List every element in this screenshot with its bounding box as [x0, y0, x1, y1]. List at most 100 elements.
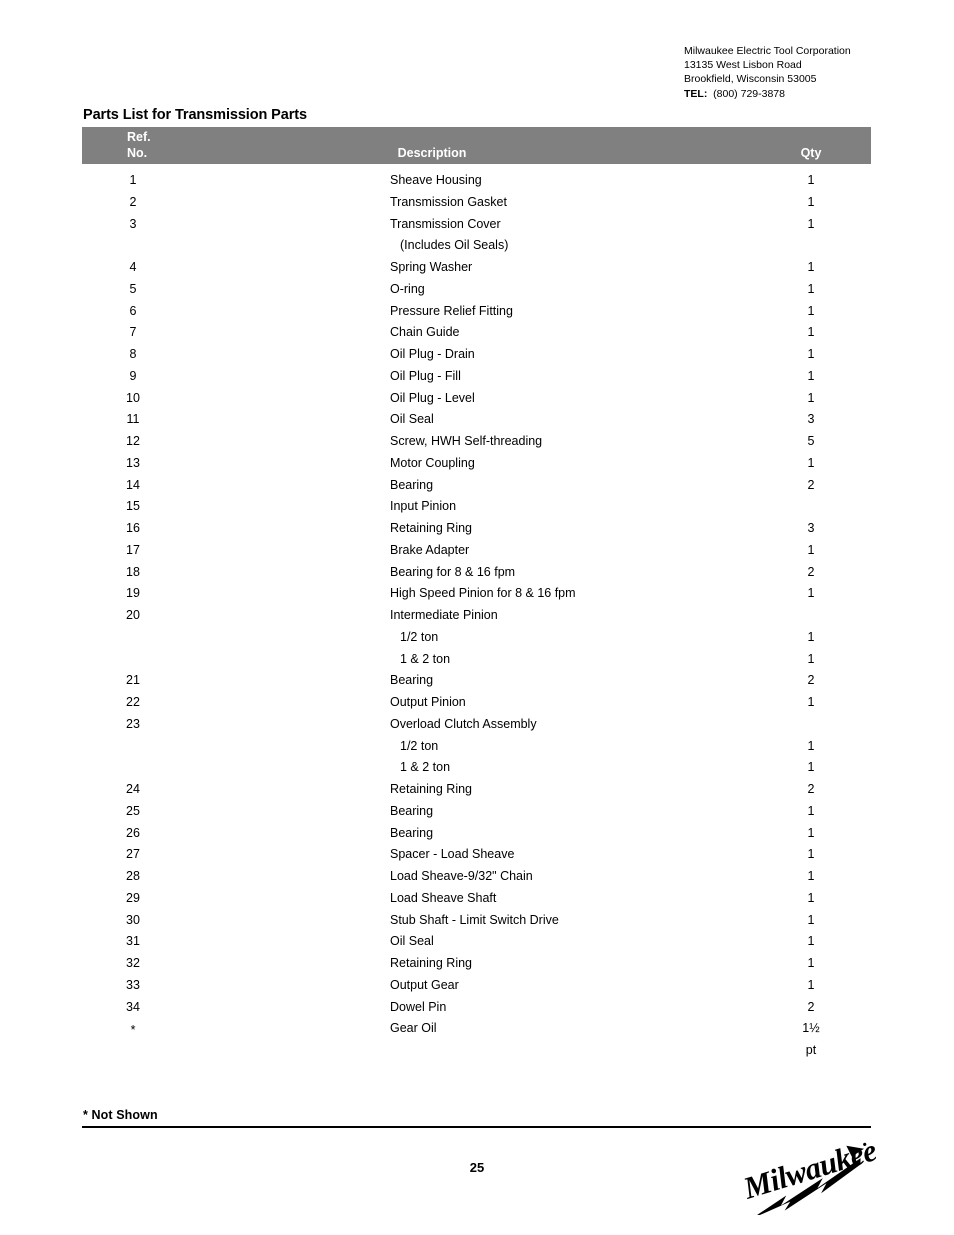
cell-qty: 1: [807, 542, 815, 557]
table-row: 17 Brake Adapter 1: [82, 543, 871, 565]
table-row: pt: [82, 1043, 871, 1065]
cell-ref-no: 12: [126, 434, 140, 448]
table-row: 19 High Speed Pinion for 8 & 16 fpm 1: [82, 586, 871, 608]
table-row: 1 & 2 ton 1: [82, 760, 871, 782]
table-row: 13 Motor Coupling 1: [82, 456, 871, 478]
cell-description: Oil Plug - Fill: [390, 368, 461, 383]
column-header-ref-line2: No.: [127, 145, 148, 160]
cell-description: Sheave Housing: [390, 173, 482, 187]
cell-qty: 1: [807, 825, 815, 840]
cell-description: Overload Clutch Assembly: [390, 716, 537, 731]
cell-qty: 1: [807, 216, 815, 231]
cell-description: Output Gear: [390, 977, 459, 992]
table-body: 1 Sheave Housing 1 2 Transmission Gasket 1 3 Tr…: [82, 164, 871, 1065]
cell-description: Oil Plug - Level: [390, 390, 475, 405]
cell-description: Retaining Ring: [390, 956, 472, 970]
cell-qty: 1: [807, 325, 815, 340]
table-row: 27 Spacer - Load Sheave 1: [82, 847, 871, 869]
cell-ref-no: 5: [129, 281, 137, 296]
cell-qty: 3: [807, 521, 815, 535]
cell-ref-no: 4: [129, 260, 137, 274]
cell-qty: 1: [807, 173, 815, 187]
cell-description: Pressure Relief Fitting: [390, 303, 513, 318]
cell-description: Bearing for 8 & 16 fpm: [390, 564, 516, 579]
cell-description: Spring Washer: [390, 260, 473, 274]
cell-ref-no: 18: [126, 564, 140, 579]
cell-description: 1/2 ton: [400, 738, 439, 753]
table-row: 33 Output Gear 1: [82, 978, 871, 1000]
cell-ref-no: 29: [126, 890, 140, 905]
column-header-ref-line1: Ref.: [127, 130, 151, 144]
cell-ref-no: 8: [129, 347, 137, 361]
cell-qty: 1: [807, 260, 815, 274]
cell-description: Retaining Ring: [390, 782, 472, 796]
table-row: 16 Retaining Ring 3: [82, 521, 871, 543]
cell-ref-no: 33: [126, 977, 140, 992]
cell-ref-no: 31: [126, 934, 140, 949]
cell-qty: 1: [807, 281, 815, 296]
cell-qty: 2: [807, 673, 815, 688]
table-row: 3 Transmission Cover 1: [82, 217, 871, 239]
cell-description: 1 & 2 ton: [400, 651, 451, 666]
cell-qty: 1½: [802, 1021, 820, 1036]
cell-qty: 1: [807, 956, 815, 970]
table-row: 21 Bearing 2: [82, 673, 871, 695]
cell-description: Dowel Pin: [390, 999, 447, 1014]
cell-qty: 1: [807, 390, 815, 405]
cell-description: Intermediate Pinion: [390, 608, 498, 622]
cell-description: Stub Shaft - Limit Switch Drive: [390, 912, 559, 927]
cell-ref-no: 26: [126, 825, 140, 840]
table-header-row: Ref. No. Description Qty: [82, 127, 871, 164]
cell-ref-no: 24: [126, 782, 140, 796]
table-row: 10 Oil Plug - Level 1: [82, 391, 871, 413]
cell-ref-no: 17: [126, 542, 140, 557]
column-header-qty: Qty: [800, 145, 822, 160]
footer-divider: [82, 1126, 871, 1128]
cell-description: Oil Seal: [390, 412, 434, 427]
cell-ref-no: 32: [126, 956, 140, 970]
cell-description: Bearing: [390, 803, 434, 818]
table-row: 1/2 ton 1: [82, 739, 871, 761]
cell-description: Brake Adapter: [390, 542, 470, 557]
column-header-ref-no: Ref. No.: [127, 130, 151, 161]
cell-qty: 1: [807, 847, 815, 862]
cell-qty: pt: [805, 1043, 817, 1057]
page-number: 25: [469, 1160, 485, 1175]
cell-qty: 1: [807, 651, 815, 666]
table-row: 1/2 ton 1: [82, 630, 871, 652]
cell-description: 1/2 ton: [400, 629, 439, 644]
cell-qty: 3: [807, 412, 815, 427]
cell-description: Load Sheave-9/32" Chain: [390, 869, 533, 883]
cell-description: Load Sheave Shaft: [390, 890, 497, 905]
cell-qty: 1: [807, 869, 815, 883]
cell-qty: 1: [807, 194, 815, 209]
cell-description: Screw, HWH Self-threading: [390, 434, 543, 448]
cell-qty: 1: [807, 977, 815, 992]
cell-ref-no: 2: [129, 194, 137, 209]
cell-description: Transmission Cover: [390, 216, 501, 231]
cell-ref-no: 11: [126, 412, 140, 427]
cell-description: Retaining Ring: [390, 521, 472, 535]
cell-ref-no: 34: [126, 999, 140, 1014]
cell-ref-no: 3: [129, 216, 137, 231]
cell-description: Motor Coupling: [390, 455, 475, 470]
cell-ref-no: 1: [129, 173, 137, 187]
cell-ref-no: 13: [126, 455, 140, 470]
table-row: 4 Spring Washer 1: [82, 260, 871, 282]
cell-description: Gear Oil: [390, 1021, 437, 1036]
cell-qty: 2: [807, 564, 815, 579]
cell-description: Spacer - Load Sheave: [390, 847, 515, 862]
cell-ref-no: 10: [126, 390, 140, 405]
cell-ref-no: 19: [126, 586, 140, 601]
footnote-not-shown: * Not Shown: [83, 1108, 158, 1122]
cell-qty: 1: [807, 912, 815, 927]
cell-ref-no: 28: [126, 869, 140, 883]
cell-description: O-ring: [390, 281, 425, 296]
company-city-state-zip: Brookfield, Wisconsin 53005: [684, 73, 817, 86]
cell-ref-no: 27: [126, 847, 140, 862]
cell-description: Oil Plug - Drain: [390, 347, 475, 361]
cell-qty: 1: [807, 934, 815, 949]
cell-description: Transmission Gasket: [390, 194, 507, 209]
cell-ref-no: 25: [126, 803, 140, 818]
table-row: 22 Output Pinion 1: [82, 695, 871, 717]
